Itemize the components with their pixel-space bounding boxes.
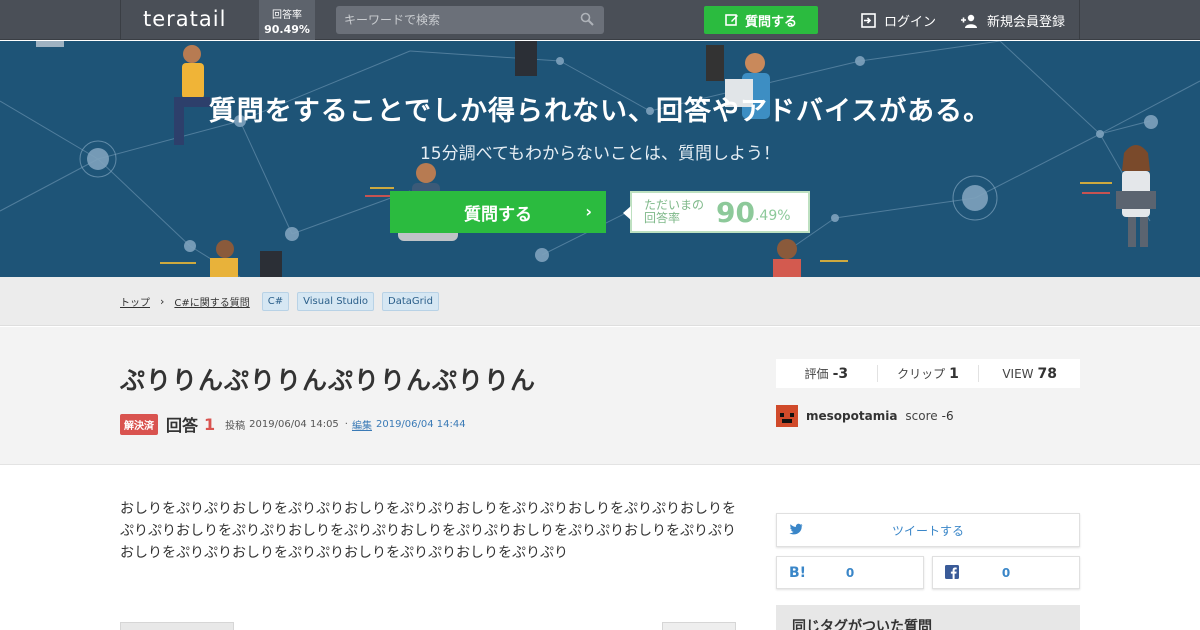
search-icon[interactable] — [580, 12, 594, 26]
status-badge: 解決済 — [120, 413, 158, 435]
twitter-icon — [789, 523, 803, 535]
header-ask-label: 質問する — [744, 14, 797, 30]
header-inner: teratail 回答率 90.49% 質問する ログイン — [120, 0, 1080, 40]
answers-label: 回答 — [166, 416, 199, 435]
clip-label: クリップ — [897, 367, 946, 381]
hatena-bookmark-icon: B! — [789, 565, 807, 581]
breadcrumb-separator: › — [160, 295, 165, 308]
tweet-label: ツイートする — [891, 523, 964, 538]
facebook-share-button[interactable]: 0 — [932, 556, 1080, 589]
author-score-value: -6 — [941, 409, 954, 423]
answers-count[interactable]: 1 — [204, 415, 215, 434]
pencil-icon — [725, 14, 738, 26]
hero-ask-button[interactable]: 質問する › — [390, 191, 606, 233]
edited-time: 2019/06/04 14:44 — [375, 418, 466, 430]
view-label: VIEW — [1002, 366, 1034, 381]
breadcrumb-category[interactable]: C#に関する質問 — [174, 294, 249, 309]
view-stat: VIEW 78 — [979, 366, 1080, 382]
hero-rate-big: 90 — [716, 195, 755, 229]
question-header: ぷりりんぷりりんぷりりんぷりりん 解決済 回答 1 投稿 2019/06/04 … — [0, 327, 1200, 465]
question-stats: 評価 -3 クリップ 1 VIEW 78 — [776, 359, 1080, 388]
rating-value: -3 — [832, 366, 849, 382]
search-input[interactable] — [336, 6, 604, 34]
tag-visual-studio[interactable]: Visual Studio — [297, 292, 375, 311]
add-user-icon — [961, 14, 977, 28]
hero-rate-small: .49% — [754, 208, 791, 224]
sort-tab[interactable] — [662, 622, 736, 630]
clip-value: 1 — [949, 366, 959, 382]
view-value: 78 — [1037, 365, 1058, 382]
hero-title: 質問をすることでしか得られない、回答やアドバイスがある。 — [208, 96, 992, 127]
answer-rate-box: 回答率 90.49% — [259, 0, 315, 40]
login-label: ログイン — [884, 15, 937, 30]
answer-tab[interactable] — [120, 622, 234, 630]
author-name[interactable]: mesopotamia — [806, 409, 897, 423]
tag-csharp[interactable]: C# — [261, 292, 290, 311]
top-header: teratail 回答率 90.49% 質問する ログイン — [0, 0, 1200, 40]
question-title: ぷりりんぷりりんぷりりんぷりりん — [120, 366, 537, 395]
rating-label: 評価 — [804, 367, 829, 381]
signup-label: 新規会員登録 — [987, 15, 1066, 30]
related-questions-header: 同じタグがついた質問 — [776, 605, 1080, 630]
hero-banner: 質問をすることでしか得られない、回答やアドバイスがある。 15分調べてもわからな… — [0, 41, 1200, 277]
login-icon — [861, 13, 876, 28]
clip-stat[interactable]: クリップ 1 — [878, 365, 980, 382]
answer-rate-label: 回答率 — [272, 10, 302, 21]
rating-stat: 評価 -3 — [776, 365, 878, 382]
author-info: mesopotamia score -6 — [776, 405, 954, 427]
posted-time: 2019/06/04 14:05 — [249, 418, 339, 430]
breadcrumb: トップ › C#に関する質問 C# Visual Studio DataGrid — [120, 292, 447, 311]
hero-subtitle: 15分調べてもわからないことは、質問しよう！ — [419, 144, 781, 164]
header-ask-button[interactable]: 質問する — [704, 6, 818, 34]
hero-rate-label: ただいまの回答率 — [644, 198, 705, 225]
hatena-bookmark-button[interactable]: B! 0 — [776, 556, 924, 589]
tag-datagrid[interactable]: DataGrid — [382, 292, 439, 311]
breadcrumb-top[interactable]: トップ — [120, 294, 150, 309]
login-link[interactable]: ログイン — [861, 11, 936, 30]
question-body: おしりをぷりぷりおしりをぷりぷりおしりをぷりぷりおしりをぷりぷりおしりをぷりぷり… — [120, 501, 736, 561]
facebook-icon — [945, 565, 959, 579]
question-meta: 解決済 回答 1 投稿 2019/06/04 14:05 · 編集 2019/0… — [120, 412, 466, 436]
tweet-button[interactable]: ツイートする — [776, 513, 1080, 547]
answer-rate-value: 90.49% — [264, 23, 310, 36]
avatar-icon — [776, 405, 798, 427]
hero-answer-rate: ただいまの回答率 90 .49% — [623, 191, 810, 233]
author-score-label: score — [905, 409, 938, 423]
chevron-right-icon: › — [585, 202, 592, 221]
edited-label[interactable]: 編集 — [352, 417, 372, 432]
hatena-count: 0 — [845, 565, 855, 580]
posted-label: 投稿 — [225, 420, 246, 432]
breadcrumb-bar: トップ › C#に関する質問 C# Visual Studio DataGrid — [0, 277, 1200, 326]
signup-link[interactable]: 新規会員登録 — [961, 11, 1065, 30]
teratail-logo[interactable]: teratail — [143, 7, 226, 31]
hero-ask-label: 質問する — [464, 204, 532, 225]
avatar[interactable] — [776, 405, 798, 427]
facebook-count: 0 — [1001, 565, 1011, 580]
